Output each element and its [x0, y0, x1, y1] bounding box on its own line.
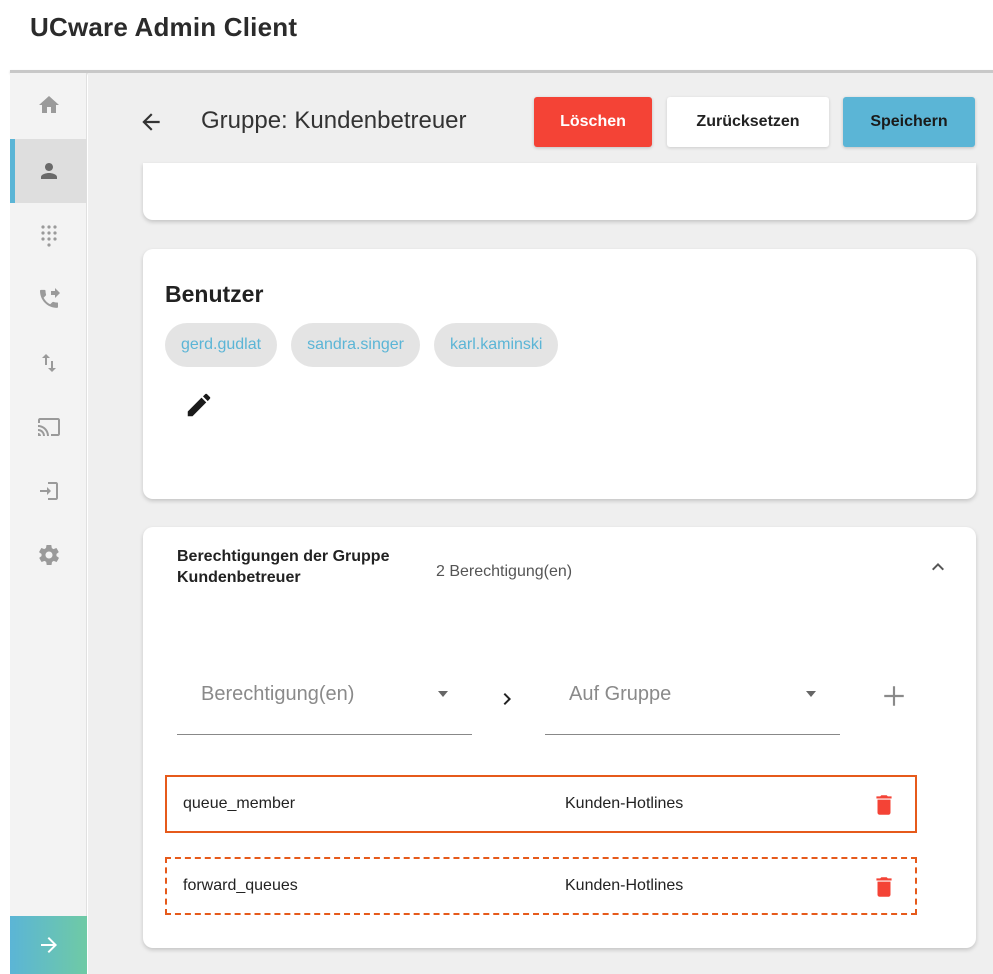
login-icon: [39, 482, 58, 500]
sidebar-item-settings[interactable]: [10, 523, 87, 587]
phone-forward-icon: [39, 288, 60, 308]
delete-permission-button[interactable]: [871, 791, 897, 819]
user-chip[interactable]: sandra.singer: [291, 323, 421, 367]
sidebar-item-home[interactable]: [10, 73, 87, 137]
caret-down-icon: [436, 687, 450, 701]
delete-button[interactable]: Löschen: [534, 97, 652, 147]
group-select-label: Auf Gruppe: [569, 683, 672, 705]
users-section-title: Benutzer: [165, 281, 264, 307]
trash-icon: [876, 877, 892, 897]
users-card: Benutzer gerd.gudlat sandra.singer karl.…: [143, 249, 976, 499]
user-chip[interactable]: karl.kaminski: [434, 323, 559, 367]
add-permission-button[interactable]: [881, 683, 907, 709]
permission-select[interactable]: Berechtigung(en): [177, 655, 472, 735]
permission-select-label: Berechtigung(en): [201, 683, 355, 705]
permission-row[interactable]: forward_queues Kunden-Hotlines: [165, 857, 917, 915]
reset-button[interactable]: Zurücksetzen: [667, 97, 829, 147]
chevron-right-icon: [500, 691, 516, 707]
back-button[interactable]: [138, 109, 164, 135]
arrow-right-icon: [40, 937, 57, 953]
sidebar: [10, 73, 87, 974]
permissions-section-title: Berechtigungen der Gruppe Kundenbetreuer: [177, 548, 390, 586]
group-select[interactable]: Auf Gruppe: [545, 655, 840, 735]
sidebar-item-dialpad[interactable]: [10, 203, 87, 267]
user-chip[interactable]: gerd.gudlat: [165, 323, 278, 367]
collapse-button[interactable]: [926, 555, 950, 579]
group-details-card: [143, 163, 976, 220]
cast-icon: [37, 418, 60, 436]
gear-icon: [38, 545, 59, 565]
permission-name: forward_queues: [183, 877, 298, 894]
permissions-count: 2 Berechtigung(en): [436, 563, 573, 580]
sidebar-item-forwarding[interactable]: [10, 267, 87, 331]
plus-icon: [884, 686, 904, 706]
permission-group: Kunden-Hotlines: [565, 795, 684, 812]
sidebar-item-cast[interactable]: [10, 395, 87, 459]
pencil-icon: [187, 393, 211, 417]
delete-permission-button[interactable]: [871, 873, 897, 901]
permission-row[interactable]: queue_member Kunden-Hotlines: [165, 775, 917, 833]
chevron-up-icon: [932, 563, 944, 571]
swap-vert-icon: [41, 354, 56, 372]
permission-name: queue_member: [183, 795, 296, 812]
page-header: Gruppe: Kundenbetreuer Löschen Zurückset…: [88, 97, 993, 147]
user-chips: gerd.gudlat sandra.singer karl.kaminski: [165, 323, 559, 367]
permissions-card: Berechtigungen der Gruppe Kundenbetreuer…: [143, 527, 976, 948]
sidebar-item-transfer[interactable]: [10, 331, 87, 395]
permission-group: Kunden-Hotlines: [565, 877, 684, 894]
app-title: UCware Admin Client: [30, 12, 298, 42]
caret-down-icon: [804, 687, 818, 701]
edit-users-button[interactable]: [183, 389, 215, 421]
trash-icon: [876, 795, 892, 815]
sidebar-item-users[interactable]: [10, 139, 87, 203]
user-icon: [40, 163, 57, 179]
dialpad-icon: [40, 225, 57, 247]
main-content: Gruppe: Kundenbetreuer Löschen Zurückset…: [88, 73, 993, 974]
sidebar-item-login[interactable]: [10, 459, 87, 523]
home-icon: [38, 96, 59, 113]
sidebar-expand-button[interactable]: [10, 916, 87, 974]
arrow-left-icon: [142, 113, 160, 131]
page-title: Gruppe: Kundenbetreuer: [201, 107, 467, 134]
save-button[interactable]: Speichern: [843, 97, 975, 147]
